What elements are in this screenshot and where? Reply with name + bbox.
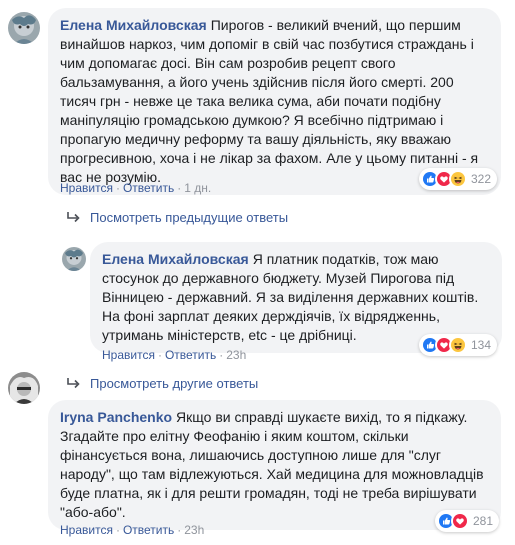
comment-time[interactable]: 1 дн.: [184, 181, 211, 195]
love-reaction-icon: [451, 512, 469, 530]
reactions-count: 134: [471, 337, 492, 352]
comment-bubble: Елена Михайловская Пирогов - великий вчен…: [48, 8, 501, 195]
reply-arrow-icon: [67, 377, 80, 388]
comment-author[interactable]: Iryna Panchenko: [60, 409, 172, 425]
comment-text: Пирогов - великий вчений, що першим вина…: [60, 17, 479, 185]
reactions-summary[interactable]: 281: [435, 510, 500, 532]
comment-author[interactable]: Елена Михайловская: [102, 251, 249, 267]
reply-button[interactable]: Ответить: [123, 181, 174, 195]
reactions-count: 322: [471, 171, 492, 186]
view-previous-replies[interactable]: Посмотреть предыдущие ответы: [66, 208, 288, 227]
reply-button[interactable]: Ответить: [165, 348, 216, 362]
reactions-count: 281: [473, 513, 494, 528]
like-button[interactable]: Нравится: [102, 348, 155, 362]
view-other-replies-label: Просмотреть другие ответы: [90, 376, 259, 391]
comment-actions: Нравится · Ответить · 23h: [60, 523, 205, 537]
comment-time[interactable]: 23h: [226, 348, 246, 362]
comment-bubble: Iryna Panchenko Якщо ви справді шукаєте в…: [48, 400, 501, 530]
reactions-summary[interactable]: 134: [419, 334, 498, 356]
haha-reaction-icon: [449, 336, 467, 354]
haha-reaction-icon: [449, 170, 467, 188]
comment-time[interactable]: 23h: [184, 523, 204, 537]
view-other-replies[interactable]: Просмотреть другие ответы: [66, 374, 258, 393]
avatar[interactable]: [8, 12, 40, 44]
like-button[interactable]: Нравится: [60, 181, 113, 195]
reply-button[interactable]: Ответить: [123, 523, 174, 537]
avatar[interactable]: [62, 247, 86, 271]
comment-author[interactable]: Елена Михайловская: [60, 17, 207, 33]
reply-arrow-icon: [67, 211, 80, 222]
comment-text: Якщо ви справді шукаєте вихід, то я підк…: [60, 409, 484, 520]
like-button[interactable]: Нравится: [60, 523, 113, 537]
avatar[interactable]: [8, 372, 40, 404]
comment-actions: Нравится · Ответить · 1 дн.: [60, 181, 212, 195]
reactions-summary[interactable]: 322: [419, 168, 498, 190]
comment-actions: Нравится · Ответить · 23h: [102, 348, 247, 362]
view-previous-replies-label: Посмотреть предыдущие ответы: [90, 210, 289, 225]
